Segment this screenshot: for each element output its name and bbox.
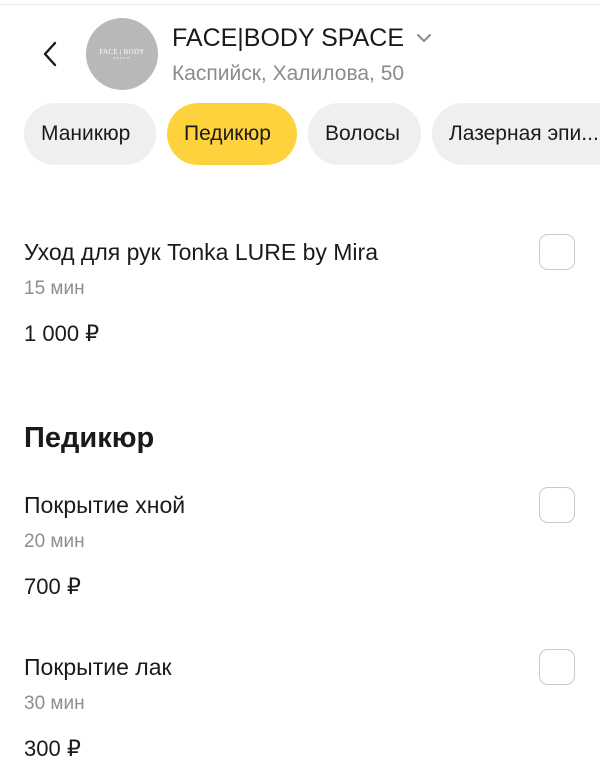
- service-duration: 20 мин: [24, 531, 85, 552]
- tab-pedicure[interactable]: Педикюр: [167, 103, 297, 165]
- service-title: Покрытие хной: [24, 492, 186, 518]
- service-price: 1 000 ₽: [24, 321, 100, 346]
- service-title: Покрытие лак: [24, 654, 172, 680]
- service-duration: 15 мин: [24, 278, 85, 299]
- back-button[interactable]: [38, 40, 62, 68]
- tab-laser-epilation[interactable]: Лазерная эпи...: [432, 103, 600, 165]
- service-checkbox[interactable]: [539, 487, 575, 523]
- logo-main-text: FACE | BODY: [99, 47, 145, 56]
- salon-address: Каспийск, Халилова, 50: [172, 62, 405, 85]
- salon-selector[interactable]: FACE|BODY SPACE: [172, 22, 432, 54]
- chevron-left-icon: [43, 41, 57, 67]
- tab-manicure[interactable]: Маникюр: [24, 103, 156, 165]
- top-divider: [0, 4, 600, 5]
- service-checkbox[interactable]: [539, 234, 575, 270]
- section-title-pedicure: Педикюр: [24, 422, 155, 454]
- service-checkbox[interactable]: [539, 649, 575, 685]
- service-price: 700 ₽: [24, 574, 81, 599]
- category-tabs: Маникюр Педикюр Волосы Лазерная эпи...: [24, 103, 600, 165]
- service-title: Уход для рук Tonka LURE by Mira: [24, 239, 378, 265]
- service-duration: 30 мин: [24, 693, 85, 714]
- service-price: 300 ₽: [24, 736, 81, 761]
- logo-sub-text: SPACE: [112, 55, 132, 60]
- salon-name: FACE|BODY SPACE: [172, 24, 405, 52]
- chevron-down-icon: [416, 30, 432, 46]
- salon-logo: FACE | BODY SPACE: [86, 18, 158, 90]
- tab-hair[interactable]: Волосы: [308, 103, 421, 165]
